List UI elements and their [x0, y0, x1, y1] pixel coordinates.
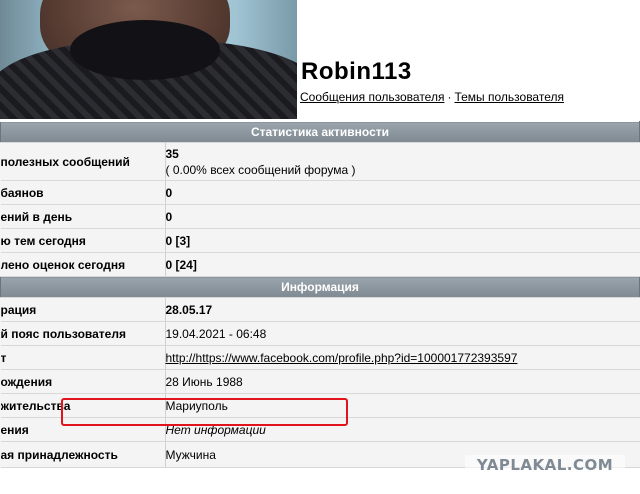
- user-topics-link[interactable]: Темы пользователя: [454, 90, 564, 104]
- stat-value: 0: [165, 204, 640, 229]
- table-row: ю тем сегодня 0 [3]: [0, 228, 640, 253]
- website-link[interactable]: http://https://www.facebook.com/profile.…: [166, 351, 518, 365]
- profile-links: Сообщения пользователя · Темы пользователя: [300, 90, 564, 104]
- info-label: ождения: [0, 369, 166, 394]
- stat-label: баянов: [0, 180, 166, 205]
- stat-label: полезных сообщений: [0, 142, 166, 181]
- user-avatar: [0, 0, 297, 119]
- avatar-collar: [70, 20, 220, 80]
- table-row: баянов 0: [0, 180, 640, 205]
- website-cell: http://https://www.facebook.com/profile.…: [165, 345, 640, 370]
- site-watermark: YAPLAKAL.COM: [465, 455, 625, 475]
- table-row: ений в день 0: [0, 204, 640, 229]
- activity-header-label: Статистика активности: [0, 121, 640, 143]
- table-row: лено оценок сегодня 0 [24]: [0, 252, 640, 277]
- table-row: полезных сообщений 35 ( 0.00% всех сообщ…: [0, 142, 640, 181]
- info-label: рация: [0, 297, 166, 322]
- user-posts-link[interactable]: Сообщения пользователя: [300, 90, 444, 104]
- red-highlight-box: [61, 398, 348, 426]
- useful-posts-value: 35: [165, 146, 179, 161]
- registration-date: 28.05.17: [165, 297, 640, 322]
- stat-value: 35 ( 0.00% всех сообщений форума ): [165, 142, 640, 181]
- table-row: й пояс пользователя 19.04.2021 - 06:48: [0, 321, 640, 346]
- info-header-label: Информация: [0, 276, 640, 298]
- stat-value: 0: [165, 180, 640, 205]
- info-label: й пояс пользователя: [0, 321, 166, 346]
- stat-label: ю тем сегодня: [0, 228, 166, 253]
- stat-value: 0 [24]: [165, 252, 640, 277]
- profile-username: Robin113: [301, 58, 412, 85]
- useful-posts-percent: ( 0.00% всех сообщений форума ): [165, 162, 356, 177]
- table-row: т http://https://www.facebook.com/profil…: [0, 345, 640, 370]
- link-separator: ·: [447, 90, 452, 104]
- stat-label: лено оценок сегодня: [0, 252, 166, 277]
- stat-value: 0 [3]: [165, 228, 640, 253]
- activity-section-header: Статистика активности: [0, 121, 640, 143]
- table-row: ождения 28 Июнь 1988: [0, 369, 640, 394]
- birth-date: 28 Июнь 1988: [165, 369, 640, 394]
- info-section-header: Информация: [0, 276, 640, 298]
- stat-label: ений в день: [0, 204, 166, 229]
- user-local-time: 19.04.2021 - 06:48: [165, 321, 640, 346]
- info-label: т: [0, 345, 166, 370]
- table-row: рация 28.05.17: [0, 297, 640, 322]
- info-label: ая принадлежность: [0, 441, 166, 468]
